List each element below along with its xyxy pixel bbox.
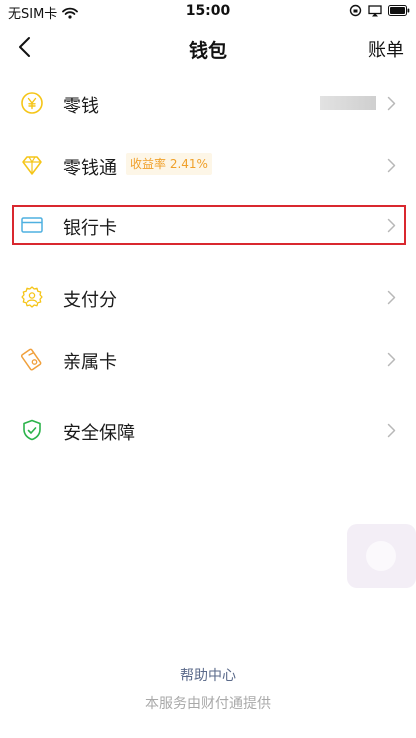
navigation-bar: 钱包 账单 [0,24,416,70]
menu-item-lingqiantong[interactable]: 零钱通 收益率 2.41% [0,137,416,193]
floating-button-dot [366,541,396,571]
status-right [349,4,410,17]
chevron-right-icon [387,96,396,111]
yield-rate-badge: 收益率 2.41% [126,153,212,175]
chevron-right-icon [387,158,396,173]
battery-icon [388,5,410,16]
chevron-right-icon [387,290,396,305]
menu-item-label: 安全保障 [63,423,135,444]
shield-check-icon [23,419,41,441]
family-card-icon [20,348,42,371]
page-title: 钱包 [188,40,227,62]
help-center-link[interactable]: 帮助中心 [0,665,416,685]
menu-item-change[interactable]: 零钱 [0,75,416,131]
yuan-coin-icon [21,92,43,114]
chevron-right-icon [387,352,396,367]
pay-score-icon [21,286,43,308]
menu-item-security[interactable]: 安全保障 [0,402,416,458]
menu-item-label: 银行卡 [63,218,117,239]
provider-note: 本服务由财付通提供 [145,696,271,712]
bank-card-icon [21,217,43,233]
back-arrow-icon [19,37,30,57]
menu-item-label: 零钱通 [63,158,117,179]
back-button[interactable] [14,34,38,60]
status-bar: 无SIM卡 15:00 [0,0,416,24]
menu-item-label: 亲属卡 [63,352,117,373]
menu-item-bank-card[interactable]: 银行卡 [0,197,416,253]
menu-item-label: 支付分 [63,290,117,311]
bill-button[interactable]: 账单 [368,36,404,62]
chevron-right-icon [387,423,396,438]
rotation-lock-icon [349,4,362,17]
chevron-right-icon [387,218,396,233]
floating-assistive-button[interactable] [347,524,416,588]
menu-item-pay-score[interactable]: 支付分 [0,269,416,325]
balance-masked [320,96,376,110]
menu-item-family-card[interactable]: 亲属卡 [0,331,416,387]
airplay-icon [368,4,382,16]
diamond-icon [22,156,42,175]
menu-item-label: 零钱 [63,96,99,117]
